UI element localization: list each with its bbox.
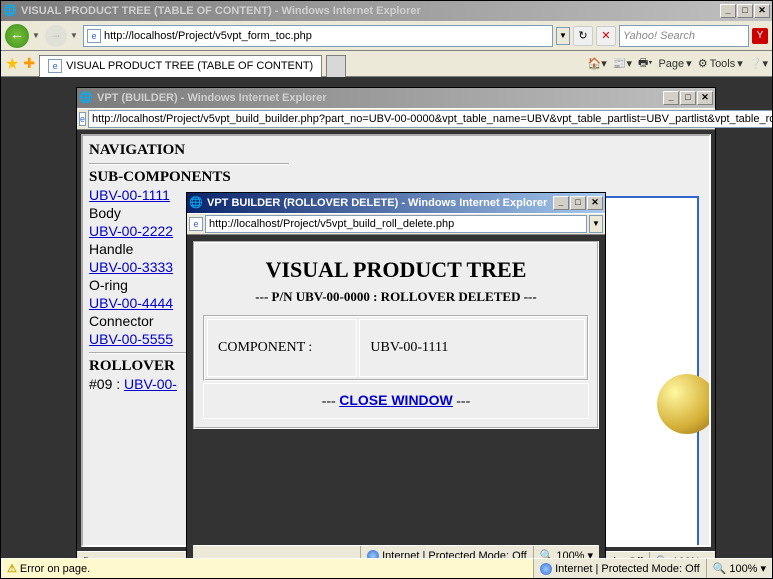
address-bar[interactable]: e http://localhost/Project/v5vpt_form_to… bbox=[83, 25, 553, 47]
popup-title: VPT BUILDER (ROLLOVER DELETE) - Windows … bbox=[207, 197, 553, 209]
back-dropdown[interactable]: ▼ bbox=[32, 31, 42, 40]
builder-url[interactable]: http://localhost/Project/v5vpt_build_bui… bbox=[88, 110, 772, 128]
minimize-button[interactable]: _ bbox=[720, 4, 736, 18]
page-menu[interactable]: Page ▾ bbox=[658, 57, 691, 70]
globe-icon bbox=[540, 563, 552, 575]
popup-titlebar[interactable]: 🌐 VPT BUILDER (ROLLOVER DELETE) - Window… bbox=[187, 193, 605, 213]
popup-heading: VISUAL PRODUCT TREE bbox=[203, 257, 589, 283]
close-button[interactable]: ✕ bbox=[754, 4, 770, 18]
page-icon: e bbox=[87, 29, 101, 43]
component-value: UBV-00-1111 bbox=[359, 319, 585, 377]
tab-toolbar: ★ ✚ e VISUAL PRODUCT TREE (TABLE OF CONT… bbox=[1, 51, 772, 77]
print-button[interactable]: 🖶▾ bbox=[638, 54, 652, 73]
tab-icon: e bbox=[48, 59, 62, 73]
tab-label: VISUAL PRODUCT TREE (TABLE OF CONTENT) bbox=[66, 60, 313, 72]
builder-title: VPT (BUILDER) - Windows Internet Explore… bbox=[97, 92, 663, 104]
add-favorite-icon[interactable]: ✚ bbox=[23, 55, 35, 72]
subcomponent-link[interactable]: UBV-00-2222 bbox=[89, 223, 173, 239]
page-icon: e bbox=[189, 217, 203, 231]
zoom-control[interactable]: 🔍 100% ▾ bbox=[534, 549, 599, 558]
help-button[interactable]: ❔▾ bbox=[749, 57, 768, 70]
address-dropdown[interactable]: ▼ bbox=[556, 27, 570, 45]
maximize-button[interactable]: □ bbox=[737, 4, 753, 18]
popup-subheading: --- P/N UBV-00-0000 : ROLLOVER DELETED -… bbox=[203, 289, 589, 305]
stop-button[interactable]: ✕ bbox=[596, 26, 616, 46]
ie-icon: 🌐 bbox=[189, 196, 203, 210]
rollover-item: #09 : UBV-00- bbox=[89, 376, 177, 392]
rollover-link[interactable]: UBV-00- bbox=[124, 376, 177, 392]
minimize-button[interactable]: _ bbox=[663, 91, 679, 105]
popup-statusbar: Internet | Protected Mode: Off 🔍 100% ▾ bbox=[193, 545, 599, 558]
page-icon: e bbox=[79, 112, 86, 126]
nav-toolbar: ▼ ▼ e http://localhost/Project/v5vpt_for… bbox=[1, 21, 772, 51]
maximize-button[interactable]: □ bbox=[570, 196, 586, 210]
warning-icon: ⚠ bbox=[7, 562, 17, 575]
refresh-button[interactable]: ↻ bbox=[573, 26, 593, 46]
ie-icon: 🌐 bbox=[3, 4, 17, 18]
builder-addressbar: e http://localhost/Project/v5vpt_build_b… bbox=[77, 108, 715, 130]
popup-client: VISUAL PRODUCT TREE --- P/N UBV-00-0000 … bbox=[187, 235, 605, 558]
feeds-button[interactable]: 📰▾ bbox=[613, 57, 632, 70]
search-box[interactable]: Yahoo! Search bbox=[619, 25, 749, 47]
subcomponent-link[interactable]: UBV-00-3333 bbox=[89, 259, 173, 275]
maximize-button[interactable]: □ bbox=[680, 91, 696, 105]
main-client-area: 🌐 VPT (BUILDER) - Windows Internet Explo… bbox=[1, 77, 772, 558]
search-provider-icon[interactable]: Y bbox=[752, 28, 768, 44]
popup-addressbar: e http://localhost/Project/v5vpt_build_r… bbox=[187, 213, 605, 235]
address-dropdown[interactable]: ▼ bbox=[589, 215, 603, 233]
status-error[interactable]: ⚠Error on page. bbox=[1, 559, 534, 578]
subcomponents-header: SUB-COMPONENTS bbox=[89, 169, 289, 186]
close-button[interactable]: ✕ bbox=[697, 91, 713, 105]
subcomponent-link[interactable]: UBV-00-4444 bbox=[89, 295, 173, 311]
navigation-header: NAVIGATION bbox=[89, 142, 289, 159]
zoom-control[interactable]: 🔍 100% ▾ bbox=[650, 555, 715, 558]
forward-button bbox=[45, 25, 67, 47]
tab-active[interactable]: e VISUAL PRODUCT TREE (TABLE OF CONTENT) bbox=[39, 55, 322, 77]
component-table: COMPONENT : UBV-00-1111 bbox=[203, 315, 589, 381]
rollover-delete-window: 🌐 VPT BUILDER (ROLLOVER DELETE) - Window… bbox=[186, 192, 606, 558]
builder-titlebar[interactable]: 🌐 VPT (BUILDER) - Windows Internet Explo… bbox=[77, 88, 715, 108]
main-browser-window: 🌐 VISUAL PRODUCT TREE (TABLE OF CONTENT)… bbox=[0, 0, 773, 579]
close-window-link[interactable]: CLOSE WINDOW bbox=[339, 392, 453, 408]
close-button[interactable]: ✕ bbox=[587, 196, 603, 210]
subcomponent-link[interactable]: UBV-00-1111 bbox=[89, 187, 170, 203]
status-zone: Internet | Protected Mode: Off bbox=[361, 546, 534, 558]
popup-content: VISUAL PRODUCT TREE --- P/N UBV-00-0000 … bbox=[193, 241, 599, 429]
home-button[interactable]: 🏠▾ bbox=[588, 57, 607, 70]
tools-menu[interactable]: ⚙ Tools ▾ bbox=[698, 57, 743, 70]
globe-icon bbox=[367, 550, 379, 559]
main-title: VISUAL PRODUCT TREE (TABLE OF CONTENT) -… bbox=[21, 5, 720, 17]
ring-image bbox=[657, 374, 711, 434]
ie-icon: 🌐 bbox=[79, 91, 93, 105]
url-text: http://localhost/Project/v5vpt_form_toc.… bbox=[104, 30, 312, 42]
zoom-control[interactable]: 🔍 100% ▾ bbox=[707, 562, 772, 575]
popup-url[interactable]: http://localhost/Project/v5vpt_build_rol… bbox=[205, 215, 587, 233]
forward-dropdown[interactable]: ▼ bbox=[70, 31, 80, 40]
minimize-button[interactable]: _ bbox=[553, 196, 569, 210]
subcomponent-link[interactable]: UBV-00-5555 bbox=[89, 331, 173, 347]
main-statusbar: ⚠Error on page. Internet | Protected Mod… bbox=[1, 558, 772, 578]
component-label: COMPONENT : bbox=[207, 319, 357, 377]
new-tab-button[interactable] bbox=[326, 55, 346, 77]
back-button[interactable] bbox=[5, 24, 29, 48]
favorites-icon[interactable]: ★ bbox=[5, 54, 19, 74]
main-titlebar[interactable]: 🌐 VISUAL PRODUCT TREE (TABLE OF CONTENT)… bbox=[1, 1, 772, 21]
status-zone: Internet | Protected Mode: Off bbox=[534, 559, 707, 578]
